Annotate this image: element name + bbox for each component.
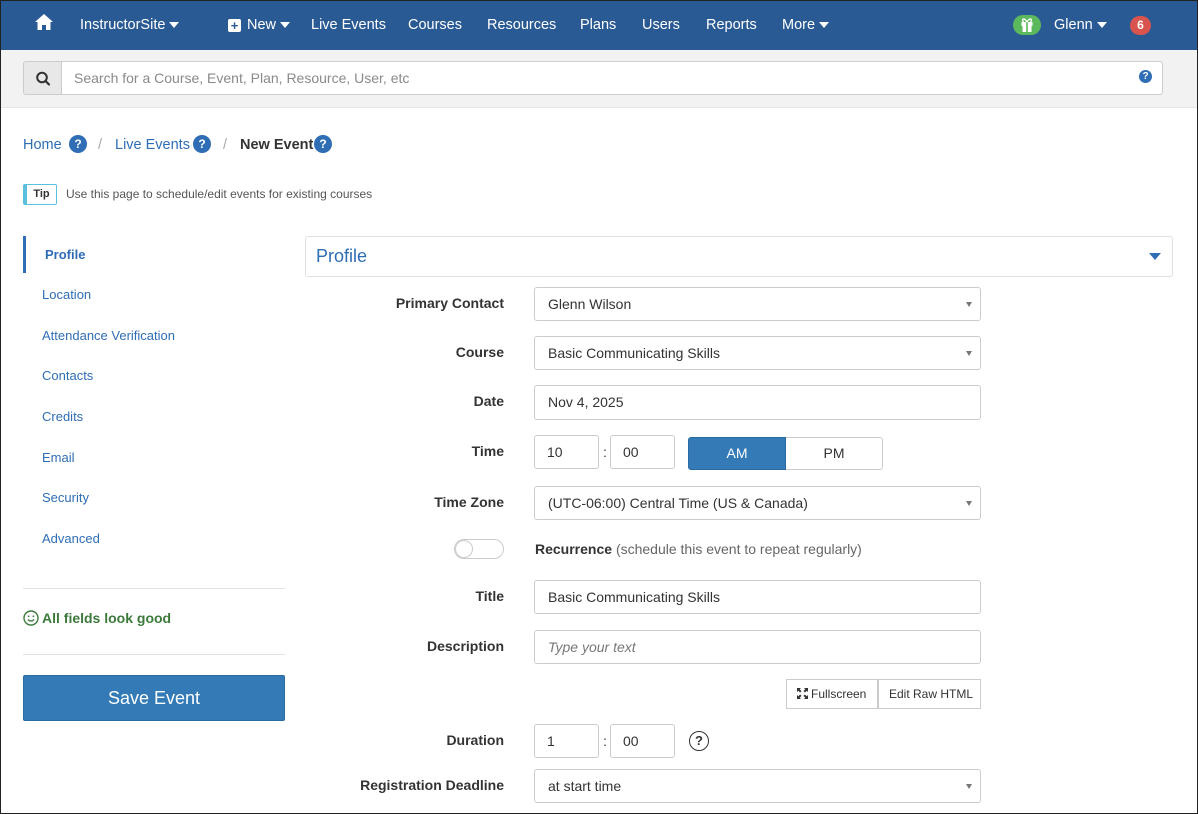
nav-live-events[interactable]: Live Events	[311, 0, 386, 50]
nav-reports[interactable]: Reports	[706, 0, 757, 50]
description-editor[interactable]: Type your text	[534, 630, 981, 664]
expand-icon	[797, 688, 808, 699]
search-help-icon[interactable]: ?	[1139, 70, 1152, 83]
title-label: Title	[475, 588, 504, 604]
primary-contact-select[interactable]: Glenn Wilson	[534, 287, 981, 321]
nav-plans[interactable]: Plans	[580, 0, 616, 50]
nav-more-menu[interactable]: More	[782, 0, 830, 50]
smile-icon	[23, 610, 39, 626]
am-toggle-button[interactable]: AM	[688, 437, 786, 470]
sidenav-item-contacts[interactable]: Contacts	[42, 368, 93, 383]
breadcrumb-live-events[interactable]: Live Events	[115, 137, 190, 153]
profile-panel-header[interactable]: Profile	[305, 236, 1173, 277]
title-input[interactable]: Basic Communicating Skills	[534, 580, 981, 614]
time-minute-input[interactable]: 00	[610, 435, 675, 469]
time-separator: :	[603, 444, 607, 460]
chevron-down-icon	[1096, 22, 1107, 29]
help-icon[interactable]: ?	[193, 135, 211, 153]
duration-hours-input[interactable]: 1	[534, 724, 599, 758]
primary-contact-label: Primary Contact	[395, 295, 504, 311]
more-label: More	[782, 17, 816, 33]
search-input[interactable]	[62, 61, 1163, 95]
help-icon[interactable]: ?	[69, 135, 87, 153]
breadcrumb-current: New Event	[240, 137, 314, 153]
user-name: Glenn	[1054, 17, 1093, 33]
brand-label: InstructorSite	[80, 17, 166, 33]
sidenav-item-location[interactable]: Location	[42, 287, 91, 302]
sidenav-item-advanced[interactable]: Advanced	[42, 531, 100, 546]
sidenav-item-profile[interactable]: Profile	[45, 247, 85, 262]
timezone-label: Time Zone	[434, 494, 504, 510]
sidenav-item-attendance-verification[interactable]: Attendance Verification	[42, 328, 175, 343]
fullscreen-label: Fullscreen	[811, 687, 867, 701]
search-icon	[36, 71, 51, 86]
chevron-down-icon	[280, 22, 291, 29]
nav-resources[interactable]: Resources	[487, 0, 556, 50]
brand-menu[interactable]: InstructorSite	[80, 0, 180, 50]
tip-badge: Tip	[23, 184, 57, 205]
recurrence-title: Recurrence	[535, 541, 613, 557]
home-icon[interactable]	[34, 12, 54, 32]
registration-deadline-label: Registration Deadline	[360, 777, 504, 793]
pm-toggle-button[interactable]: PM	[786, 437, 883, 470]
breadcrumb-separator: /	[98, 137, 103, 153]
search-button[interactable]	[23, 61, 62, 95]
user-menu[interactable]: Glenn	[1054, 0, 1107, 50]
recurrence-hint: (schedule this event to repeat regularly…	[615, 541, 862, 557]
recurrence-label: Recurrence (schedule this event to repea…	[535, 541, 862, 557]
duration-help-icon[interactable]: ?	[689, 731, 709, 751]
chevron-down-icon	[169, 22, 180, 29]
divider	[23, 654, 285, 655]
plus-icon: +	[228, 19, 241, 32]
duration-label: Duration	[446, 732, 504, 748]
new-menu[interactable]: + New	[228, 0, 291, 50]
duration-minutes-input[interactable]: 00	[610, 724, 675, 758]
timezone-select[interactable]: (UTC-06:00) Central Time (US & Canada)	[534, 486, 981, 520]
sidenav-item-email[interactable]: Email	[42, 450, 75, 465]
description-label: Description	[426, 638, 504, 654]
save-event-button[interactable]: Save Event	[23, 675, 285, 721]
new-menu-label: New	[247, 17, 277, 33]
notification-badge[interactable]: 6	[1130, 16, 1151, 35]
top-navbar: InstructorSite + New Live Events Courses …	[0, 0, 1198, 50]
date-label: Date	[473, 393, 504, 409]
collapse-caret-icon	[1149, 253, 1161, 260]
tip-text: Use this page to schedule/edit events fo…	[66, 187, 373, 201]
course-select[interactable]: Basic Communicating Skills	[534, 336, 981, 370]
active-indicator	[23, 236, 26, 273]
toggle-knob	[455, 540, 473, 558]
edit-raw-html-button[interactable]: Edit Raw HTML	[878, 679, 981, 709]
sidenav-item-credits[interactable]: Credits	[42, 409, 83, 424]
nav-users[interactable]: Users	[642, 0, 680, 50]
time-hour-input[interactable]: 10	[534, 435, 599, 469]
validation-status: All fields look good	[23, 610, 171, 626]
sidenav-item-security[interactable]: Security	[42, 490, 89, 505]
course-label: Course	[455, 344, 504, 360]
chevron-down-icon	[819, 22, 830, 29]
panel-title: Profile	[316, 246, 368, 266]
breadcrumb-separator: /	[223, 137, 228, 153]
date-input[interactable]: Nov 4, 2025	[534, 385, 981, 420]
gift-icon[interactable]	[1013, 15, 1041, 35]
validation-status-text: All fields look good	[42, 610, 172, 626]
recurrence-toggle[interactable]	[454, 539, 504, 559]
fullscreen-button[interactable]: Fullscreen	[786, 679, 878, 709]
duration-separator: :	[603, 733, 607, 749]
breadcrumb-home[interactable]: Home	[23, 137, 62, 153]
registration-deadline-select[interactable]: at start time	[534, 769, 981, 803]
time-label: Time	[471, 443, 504, 459]
divider	[23, 588, 285, 589]
search-bar	[0, 50, 1198, 108]
help-icon[interactable]: ?	[314, 135, 332, 153]
nav-courses[interactable]: Courses	[408, 0, 462, 50]
